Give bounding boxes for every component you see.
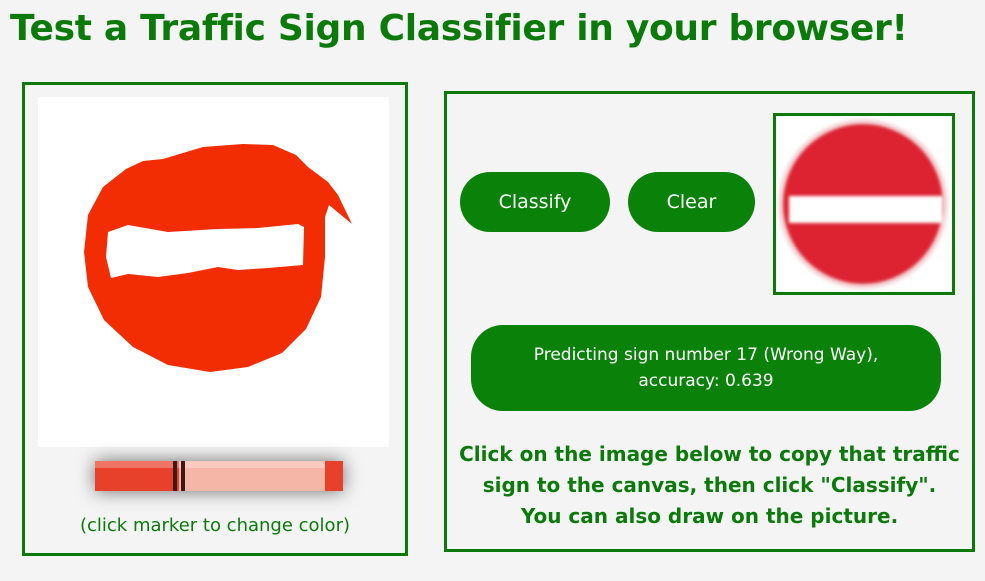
accuracy-text: accuracy: 0.639 xyxy=(638,371,774,391)
red-marker-icon xyxy=(95,461,343,491)
instructions-line: Click on the image below to copy that tr… xyxy=(459,442,960,466)
classify-button[interactable]: Classify xyxy=(460,172,610,232)
control-panel: Classify Clear Predicting sign number 17… xyxy=(444,91,975,552)
page-title: Test a Traffic Sign Classifier in your b… xyxy=(10,8,908,49)
clear-button[interactable]: Clear xyxy=(628,172,755,232)
instructions-line: You can also draw on the picture. xyxy=(520,504,899,528)
hand-drawn-sign-icon xyxy=(84,144,352,372)
marker-hint: (click marker to change color) xyxy=(79,515,350,536)
marker-color-button[interactable] xyxy=(93,459,345,493)
no-entry-sign-icon xyxy=(778,119,948,289)
instructions-line: sign to the canvas, then click "Classify… xyxy=(482,473,937,497)
drawing-panel: (click marker to change color) xyxy=(22,82,408,556)
instructions: Click on the image below to copy that tr… xyxy=(452,439,967,532)
drawing-canvas[interactable] xyxy=(38,97,389,447)
prediction-result: Predicting sign number 17 (Wrong Way), a… xyxy=(471,325,941,411)
prediction-text: Predicting sign number 17 (Wrong Way), xyxy=(533,345,879,365)
sample-sign-image[interactable] xyxy=(773,113,955,295)
